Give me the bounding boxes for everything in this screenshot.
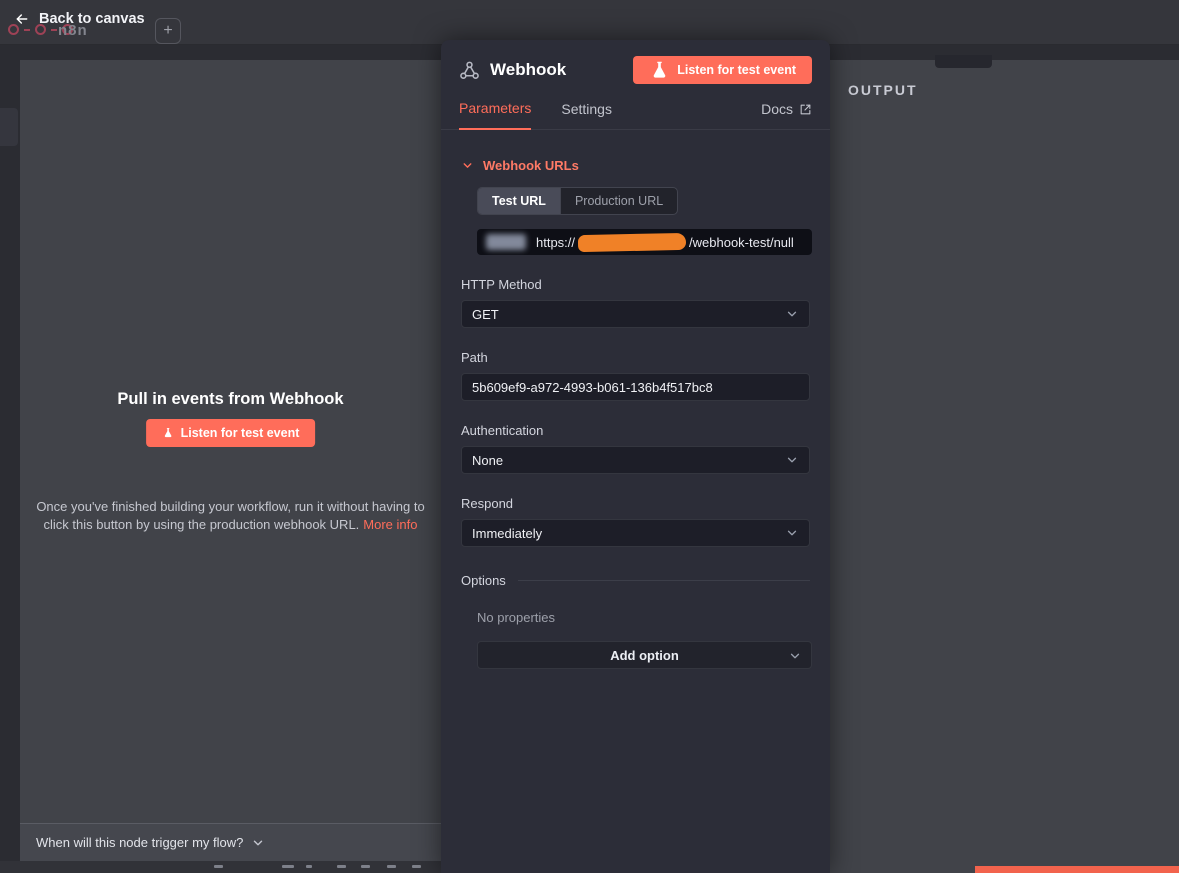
node-settings-panel: Webhook Listen for test event Parameters… bbox=[441, 40, 830, 873]
chevron-down-icon bbox=[785, 526, 799, 540]
more-info-link[interactable]: More info bbox=[363, 517, 417, 532]
output-panel-title: OUTPUT bbox=[848, 82, 918, 98]
canvas-tick bbox=[337, 865, 346, 868]
url-type-toggle: Test URL Production URL bbox=[477, 187, 678, 215]
back-to-canvas-label: Back to canvas bbox=[39, 11, 145, 27]
add-option-label: Add option bbox=[610, 648, 679, 663]
logo-connector bbox=[24, 29, 30, 31]
authentication-label: Authentication bbox=[461, 423, 812, 438]
node-tabs: Parameters Settings Docs bbox=[441, 100, 830, 130]
logo-connector bbox=[51, 29, 57, 31]
webhook-url-display[interactable]: https:// /webhook-test/null bbox=[477, 229, 812, 255]
input-panel: Pull in events from Webhook Listen for t… bbox=[20, 60, 441, 861]
listen-for-test-event-label: Listen for test event bbox=[181, 426, 300, 440]
flask-icon bbox=[162, 427, 174, 439]
docs-link[interactable]: Docs bbox=[761, 101, 812, 129]
options-divider bbox=[518, 580, 810, 581]
production-url-hint: Once you've finished building your workf… bbox=[30, 498, 431, 533]
node-trigger-question[interactable]: When will this node trigger my flow? bbox=[20, 823, 441, 861]
canvas-node-edge bbox=[0, 108, 18, 146]
webhook-urls-label: Webhook URLs bbox=[483, 158, 579, 173]
chevron-down-icon bbox=[461, 159, 474, 172]
respond-field: Respond Immediately bbox=[461, 496, 812, 547]
node-header: Webhook Listen for test event bbox=[441, 40, 830, 84]
webhook-icon bbox=[459, 60, 480, 81]
chevron-down-icon bbox=[251, 836, 265, 850]
chevron-down-icon bbox=[785, 453, 799, 467]
hint-line-2: click this button by using the productio… bbox=[44, 517, 360, 532]
hint-line-1: Once you've finished building your workf… bbox=[36, 499, 424, 514]
url-suffix: /webhook-test/null bbox=[689, 235, 794, 250]
canvas-bottom-edge bbox=[0, 861, 441, 873]
authentication-field: Authentication None bbox=[461, 423, 812, 474]
respond-select[interactable]: Immediately bbox=[461, 519, 810, 547]
canvas-tick bbox=[387, 865, 396, 868]
add-node-button[interactable]: + bbox=[155, 18, 181, 44]
top-header: n8n Back to canvas + bbox=[0, 0, 1179, 45]
redacted-method-badge bbox=[486, 234, 526, 250]
production-url-toggle[interactable]: Production URL bbox=[561, 188, 677, 214]
canvas-tick bbox=[361, 865, 370, 868]
node-title: Webhook bbox=[490, 60, 566, 80]
http-method-select[interactable]: GET bbox=[461, 300, 810, 328]
chevron-down-icon bbox=[788, 649, 802, 663]
http-method-label: HTTP Method bbox=[461, 277, 812, 292]
bottom-accent-bar bbox=[975, 866, 1179, 873]
canvas-tick bbox=[282, 865, 294, 868]
path-input[interactable] bbox=[461, 373, 810, 401]
canvas-tick bbox=[412, 865, 421, 868]
chevron-down-icon bbox=[785, 307, 799, 321]
tab-parameters[interactable]: Parameters bbox=[459, 100, 531, 130]
parameters-body: Webhook URLs Test URL Production URL htt… bbox=[441, 130, 830, 669]
back-to-canvas-button[interactable]: Back to canvas bbox=[14, 11, 145, 27]
http-method-field: HTTP Method GET bbox=[461, 277, 812, 328]
canvas-tick bbox=[306, 865, 312, 868]
listen-for-test-event-button[interactable]: Listen for test event bbox=[146, 419, 316, 447]
path-label: Path bbox=[461, 350, 812, 365]
input-panel-title: Pull in events from Webhook bbox=[20, 390, 441, 409]
listen-for-test-event-label: Listen for test event bbox=[677, 63, 796, 77]
tab-settings[interactable]: Settings bbox=[561, 101, 612, 129]
respond-label: Respond bbox=[461, 496, 812, 511]
back-arrow-icon bbox=[14, 11, 30, 27]
url-prefix: https:// bbox=[536, 235, 575, 250]
listen-for-test-event-button-header[interactable]: Listen for test event bbox=[633, 56, 812, 84]
flask-icon bbox=[649, 60, 670, 81]
external-link-icon bbox=[799, 103, 812, 116]
test-url-toggle[interactable]: Test URL bbox=[478, 188, 561, 214]
webhook-urls-section-toggle[interactable]: Webhook URLs bbox=[461, 158, 812, 173]
path-field: Path bbox=[461, 350, 812, 401]
authentication-select[interactable]: None bbox=[461, 446, 810, 474]
canvas-tick bbox=[214, 865, 223, 868]
options-label: Options bbox=[461, 573, 506, 588]
http-method-value: GET bbox=[472, 307, 499, 322]
respond-value: Immediately bbox=[472, 526, 542, 541]
docs-label: Docs bbox=[761, 101, 793, 117]
add-option-button[interactable]: Add option bbox=[477, 641, 812, 669]
options-section: Options bbox=[461, 573, 812, 588]
redacted-url-host bbox=[578, 232, 686, 251]
authentication-value: None bbox=[472, 453, 503, 468]
panel-notch bbox=[935, 55, 992, 68]
no-properties-text: No properties bbox=[477, 610, 812, 625]
output-panel: OUTPUT bbox=[830, 60, 1179, 873]
node-trigger-question-label: When will this node trigger my flow? bbox=[36, 835, 243, 850]
